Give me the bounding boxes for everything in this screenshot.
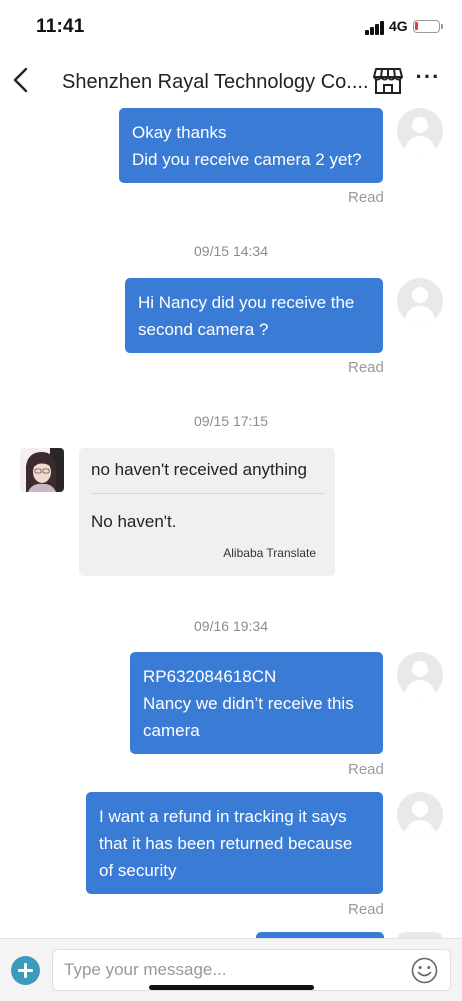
home-indicator xyxy=(149,985,314,990)
outgoing-message-bubble[interactable]: RP632084618CN Nancy we didn’t receive th… xyxy=(130,652,383,754)
default-avatar-icon xyxy=(397,108,443,154)
default-avatar-icon xyxy=(397,278,443,324)
message-timestamp: 09/15 14:34 xyxy=(194,243,268,259)
message-line: of security xyxy=(99,861,177,880)
chat-title: Shenzhen Rayal Technology Co.... xyxy=(62,71,367,93)
battery-icon xyxy=(413,20,440,33)
outgoing-message-bubble[interactable]: I want a refund in tracking it says that… xyxy=(86,792,383,894)
message-line: camera xyxy=(143,721,200,740)
message-line: I want a refund in tracking it says xyxy=(99,807,347,826)
read-status: Read xyxy=(348,189,384,206)
translation-attribution: Alibaba Translate xyxy=(223,546,316,560)
incoming-message-bubble[interactable]: no haven't received anything No haven't.… xyxy=(79,448,335,576)
default-avatar-icon xyxy=(397,792,443,838)
message-line: that it has been returned because xyxy=(99,834,353,853)
default-avatar-icon xyxy=(397,652,443,698)
status-bar: 11:41 4G xyxy=(0,0,462,54)
plus-icon[interactable] xyxy=(11,956,40,985)
message-line: second camera ? xyxy=(138,320,269,339)
message-line: Nancy we didn’t receive this xyxy=(143,694,354,713)
network-type: 4G xyxy=(389,18,408,34)
read-status: Read xyxy=(348,901,384,918)
chat-header: Shenzhen Rayal Technology Co.... ··· xyxy=(0,54,462,108)
emoji-icon[interactable] xyxy=(411,957,438,984)
read-status: Read xyxy=(348,761,384,778)
translated-message-text: No haven't. xyxy=(91,512,177,531)
battery-cap xyxy=(441,24,443,29)
original-message-text: no haven't received anything xyxy=(91,460,307,479)
store-icon[interactable] xyxy=(372,66,404,96)
read-status: Read xyxy=(348,359,384,376)
translation-divider xyxy=(91,493,325,494)
status-time: 11:41 xyxy=(36,16,85,37)
message-composer xyxy=(0,938,462,1001)
signal-icon xyxy=(365,21,385,35)
more-icon[interactable]: ··· xyxy=(414,66,442,92)
message-line: RP632084618CN xyxy=(143,667,277,686)
back-chevron-icon[interactable] xyxy=(6,64,38,96)
message-timestamp: 09/15 17:15 xyxy=(194,413,268,429)
message-timestamp: 09/16 19:34 xyxy=(194,618,268,634)
contact-avatar[interactable] xyxy=(20,448,64,492)
message-line: Hi Nancy did you receive the xyxy=(138,293,355,312)
message-line: Did you receive camera 2 yet? xyxy=(132,150,362,169)
outgoing-message-bubble[interactable]: Okay thanks Did you receive camera 2 yet… xyxy=(119,108,383,183)
message-line: Okay thanks xyxy=(132,123,227,142)
outgoing-message-bubble[interactable]: Hi Nancy did you receive the second came… xyxy=(125,278,383,353)
